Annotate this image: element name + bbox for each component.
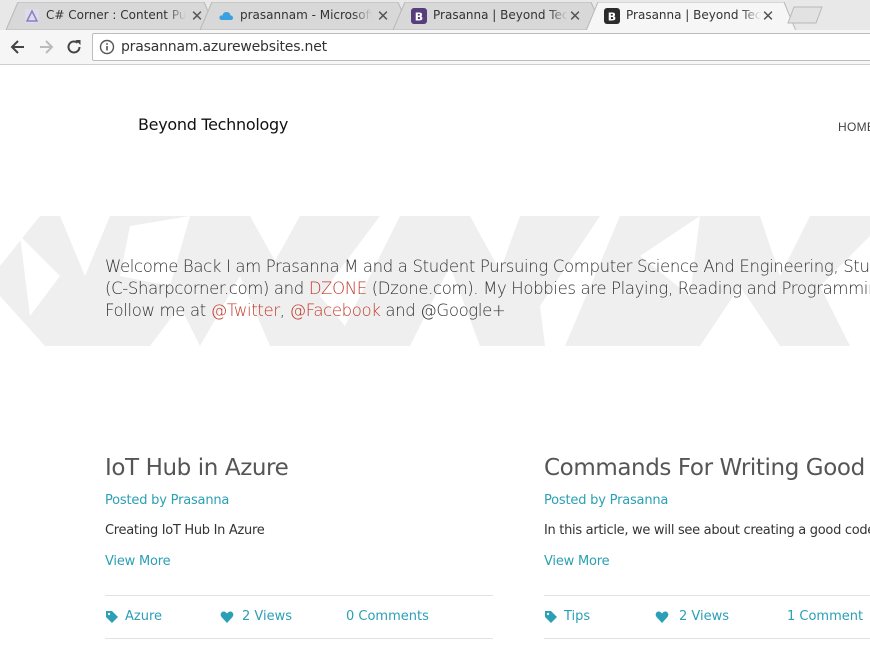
post-card: IoT Hub in Azure Posted by Prasanna Crea… bbox=[105, 455, 495, 639]
browser-tab-beyond-technology-1[interactable]: B Prasanna | Beyond Techn ✕ bbox=[393, 2, 603, 30]
browser-toolbar: prasannam.azurewebsites.net bbox=[0, 30, 870, 65]
post-card: Commands For Writing Good Co Posted by P… bbox=[544, 455, 870, 639]
twitter-link[interactable]: @Twitter bbox=[211, 301, 280, 320]
tag-icon bbox=[545, 611, 557, 623]
post-excerpt: In this article, we will see about creat… bbox=[544, 523, 870, 538]
facebook-link[interactable]: @Facebook bbox=[290, 301, 381, 320]
tab-title: Prasanna | Beyond Techn bbox=[433, 8, 568, 22]
hero-intro-text: Welcome Back I am Prasanna M and a Stude… bbox=[105, 256, 870, 322]
view-more-link[interactable]: View More bbox=[544, 554, 870, 569]
tab-close-icon[interactable]: ✕ bbox=[567, 8, 583, 24]
hero-text-segment: (C-Sharpcorner.com) and bbox=[105, 279, 309, 298]
tab-close-icon[interactable]: ✕ bbox=[760, 8, 776, 24]
post-author[interactable]: Posted by Prasanna bbox=[105, 493, 495, 508]
tab-close-icon[interactable]: ✕ bbox=[375, 8, 391, 24]
heart-icon bbox=[220, 611, 234, 623]
azure-cloud-icon bbox=[219, 12, 233, 20]
post-views: 2 Views bbox=[242, 609, 293, 624]
dzone-link[interactable]: DZONE bbox=[309, 279, 367, 298]
hero-line-2: (C-Sharpcorner.com) and DZONE (Dzone.com… bbox=[105, 278, 870, 300]
hero-line-3: Follow me at @Twitter, @Facebook and @Go… bbox=[105, 300, 870, 322]
tab-title: C# Corner : Content Publ bbox=[46, 8, 186, 22]
post-author[interactable]: Posted by Prasanna bbox=[544, 493, 870, 508]
site-brand[interactable]: Beyond Technology bbox=[138, 115, 288, 134]
tab-title: prasannam - Microsoft A bbox=[240, 8, 372, 22]
back-arrow-icon[interactable] bbox=[8, 37, 28, 57]
heart-icon bbox=[655, 611, 669, 623]
hero-text-segment: , bbox=[279, 301, 290, 320]
forward-arrow-icon[interactable] bbox=[36, 37, 56, 57]
address-bar[interactable]: prasannam.azurewebsites.net bbox=[92, 33, 870, 61]
post-comments-link[interactable]: 0 Comments bbox=[346, 609, 429, 624]
tag-icon bbox=[106, 611, 118, 623]
post-comments-link[interactable]: 1 Comment bbox=[787, 609, 863, 624]
post-footer: Tips 2 Views 1 Comment bbox=[544, 595, 870, 639]
post-tag-link[interactable]: Tips bbox=[564, 609, 590, 624]
view-more-link[interactable]: View More bbox=[105, 554, 495, 569]
nav-home-link[interactable]: HOME bbox=[838, 120, 870, 134]
bootstrap-b-icon: B bbox=[604, 8, 620, 24]
post-views: 2 Views bbox=[679, 609, 730, 624]
bootstrap-b-icon: B bbox=[411, 8, 427, 24]
tab-title: Prasanna | Beyond Techn bbox=[626, 8, 761, 22]
new-tab-button[interactable] bbox=[786, 6, 824, 24]
hero-text-segment: and @Google+ bbox=[380, 301, 506, 320]
post-title-link[interactable]: Commands For Writing Good Co bbox=[544, 455, 870, 481]
post-excerpt: Creating IoT Hub In Azure bbox=[105, 523, 265, 538]
hero-text-segment: (Dzone.com). My Hobbies are Playing, Rea… bbox=[366, 279, 870, 298]
post-tag-link[interactable]: Azure bbox=[125, 609, 162, 624]
svg-text:B: B bbox=[608, 11, 616, 24]
post-footer: Azure 2 Views 0 Comments bbox=[105, 595, 493, 639]
post-title-link[interactable]: IoT Hub in Azure bbox=[105, 455, 495, 481]
info-circle-icon[interactable] bbox=[99, 39, 115, 55]
reload-icon[interactable] bbox=[64, 37, 84, 57]
browser-tab-csharpcorner[interactable]: C# Corner : Content Publ ✕ bbox=[6, 2, 216, 30]
browser-tab-beyond-technology-active[interactable]: B Prasanna | Beyond Techn ✕ bbox=[586, 2, 796, 30]
svg-text:B: B bbox=[415, 11, 423, 24]
hero-text-segment: Follow me at bbox=[105, 301, 211, 320]
address-url: prasannam.azurewebsites.net bbox=[121, 39, 327, 55]
hero-line-1: Welcome Back I am Prasanna M and a Stude… bbox=[105, 257, 870, 276]
csharp-corner-icon bbox=[25, 9, 39, 23]
browser-tab-azure[interactable]: prasannam - Microsoft A ✕ bbox=[200, 2, 410, 30]
browser-tab-strip: C# Corner : Content Publ ✕ prasannam - M… bbox=[0, 0, 870, 30]
hero-banner: Welcome Back I am Prasanna M and a Stude… bbox=[0, 216, 870, 346]
